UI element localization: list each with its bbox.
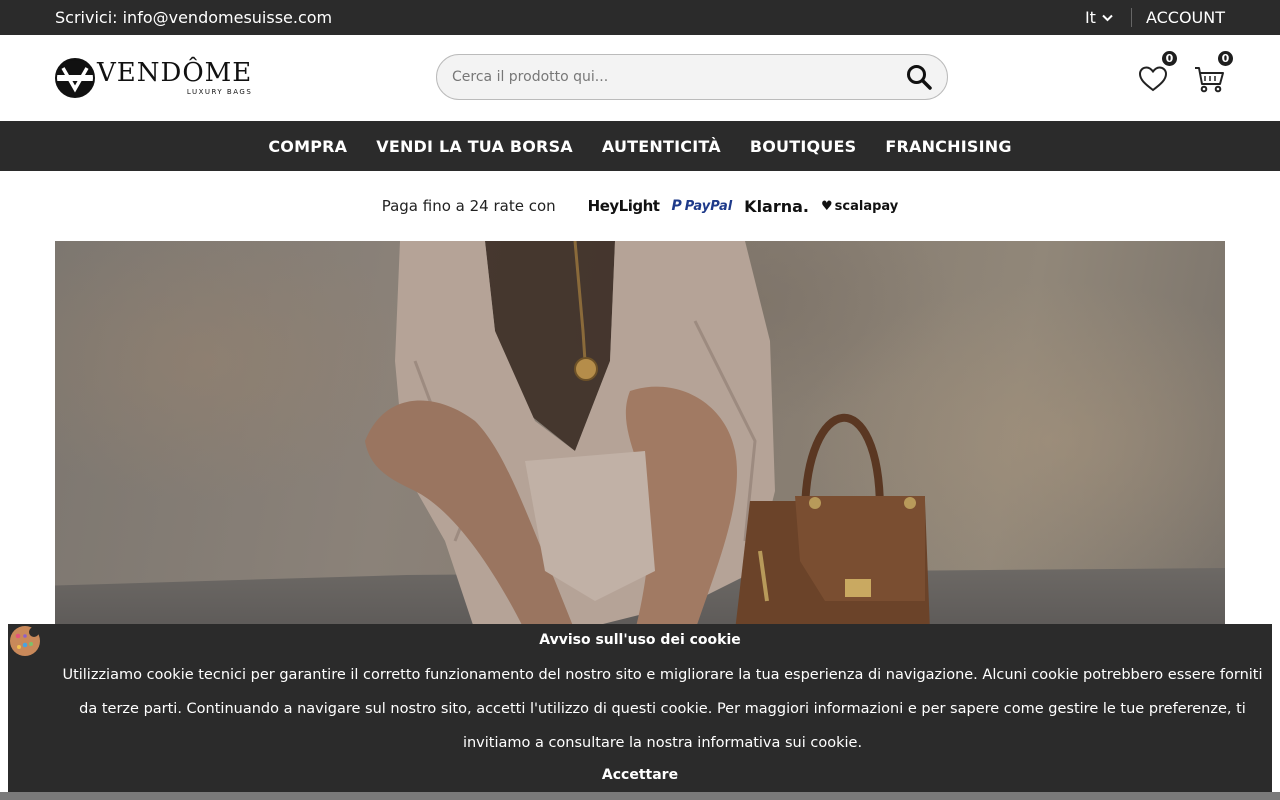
hero-illustration [365,241,930,631]
nav-item-vendi[interactable]: VENDI LA TUA BORSA [376,137,573,156]
cookie-accept-row: Accettare [8,767,1272,783]
cookie-title: Avviso sull'uso dei cookie [539,632,741,648]
heylight-logo: HeyLight [587,197,660,215]
search-input[interactable] [452,69,905,85]
scalapay-label: scalapay [834,198,899,214]
top-bar-right: It ACCOUNT [1085,8,1225,27]
top-bar: Scrivici: info@vendomesuisse.com It ACCO… [0,0,1280,35]
hero-banner-image[interactable] [55,241,1225,631]
klarna-logo: Klarna. [744,196,810,216]
nav-item-franchising[interactable]: FRANCHISING [885,137,1011,156]
nav-item-autenticita[interactable]: AUTENTICITÀ [602,137,721,156]
header: VENDÔME LUXURY BAGS 0 0 [0,35,1280,121]
scalapay-logo: ♥ scalapay [821,199,898,214]
wishlist-button[interactable]: 0 [1137,49,1179,95]
paypal-p-icon: P [671,198,682,214]
logo-tagline: LUXURY BAGS [186,88,253,96]
contact-email[interactable]: Scrivici: info@vendomesuisse.com [55,8,332,27]
cart-icon [1195,67,1224,93]
wishlist-count-badge: 0 [1160,49,1179,68]
cart-count-badge: 0 [1216,49,1235,68]
heart-icon [1138,66,1168,92]
nav-item-compra[interactable]: COMPRA [268,137,347,156]
cookie-text: Utilizziamo cookie tecnici per garantire… [62,667,1263,751]
page-content-below [0,792,1280,800]
search-icon [907,65,932,90]
scalapay-heart-icon: ♥ [821,198,833,214]
payment-text: Paga fino a 24 rate con [381,197,556,215]
cart-button[interactable]: 0 [1193,49,1235,95]
logo[interactable]: VENDÔME LUXURY BAGS [55,58,257,98]
main-nav: COMPRA VENDI LA TUA BORSA AUTENTICITÀ BO… [0,121,1280,171]
logo-word: VENDÔME [97,58,253,88]
language-label: It [1084,8,1096,27]
cookie-accept-button[interactable]: Accettare [602,767,678,783]
logo-text: VENDÔME LUXURY BAGS [97,60,252,96]
payment-logos: HeyLight P PayPal Klarna. ♥ scalapay [588,197,899,216]
search-button[interactable] [905,63,933,91]
search-bar [436,54,948,100]
account-link[interactable]: ACCOUNT [1146,8,1225,27]
paypal-label: PayPal [684,198,733,214]
logo-mark-icon [55,58,95,98]
header-icons: 0 0 [1137,49,1235,117]
language-selector[interactable]: It [1085,8,1132,27]
payment-strip: Paga fino a 24 rate con HeyLight P PayPa… [0,171,1280,241]
cookie-banner: Avviso sull'uso dei cookie Utilizziamo c… [8,624,1272,792]
nav-item-boutiques[interactable]: BOUTIQUES [750,137,857,156]
chevron-down-icon [1102,14,1113,21]
paypal-logo: P PayPal [671,198,732,214]
